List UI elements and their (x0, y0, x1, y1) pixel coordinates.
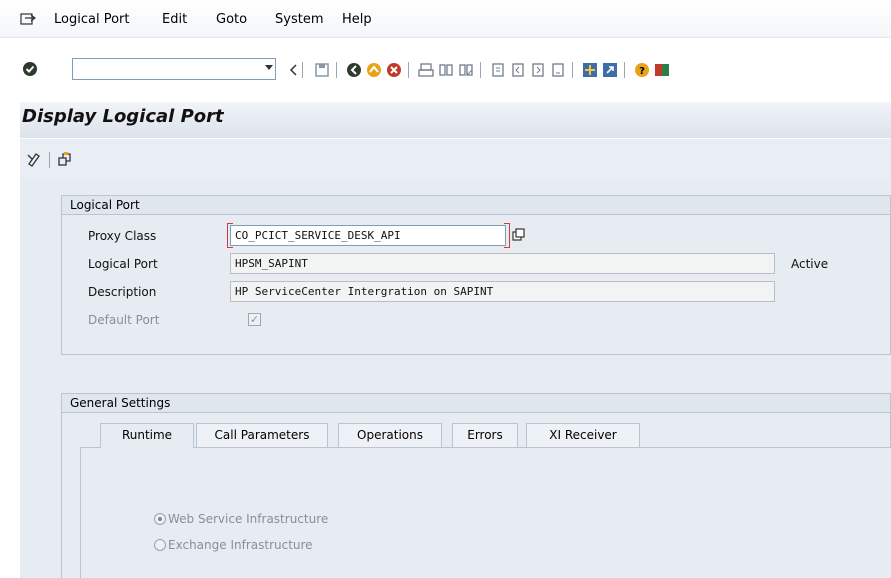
create-session-icon[interactable] (582, 62, 598, 78)
radio-button (154, 513, 166, 525)
toolbar-separator (480, 62, 481, 78)
menu-edit[interactable]: Edit (162, 12, 187, 27)
print-icon[interactable] (418, 62, 434, 78)
logical-port-field: HPSM_SAPINT (230, 253, 775, 274)
tab-call-parameters[interactable]: Call Parameters (196, 423, 328, 447)
radio-label: Exchange Infrastructure (168, 538, 313, 552)
tab-xi-receiver[interactable]: XI Receiver (526, 423, 640, 447)
last-page-icon[interactable] (550, 62, 566, 78)
cancel-icon[interactable] (386, 62, 402, 78)
command-field[interactable] (72, 58, 276, 80)
page-title: Display Logical Port (22, 106, 224, 127)
svg-text:?: ? (639, 66, 645, 77)
next-page-icon[interactable] (530, 62, 546, 78)
previous-page-icon[interactable] (510, 62, 526, 78)
proxy-class-field[interactable]: CO_PCICT_SERVICE_DESK_API (230, 225, 506, 246)
exit-icon[interactable] (366, 62, 382, 78)
description-label: Description (88, 285, 157, 299)
radio-web-service-infrastructure: Web Service Infrastructure (154, 512, 328, 526)
group-header: Logical Port (62, 196, 890, 215)
toolbar-separator (49, 152, 50, 168)
radio-button (154, 539, 166, 551)
enter-icon[interactable] (22, 61, 38, 77)
default-port-checkbox: ✓ (248, 313, 261, 326)
proxy-class-label: Proxy Class (88, 229, 157, 243)
toolbar-separator (336, 62, 337, 78)
copy-icon[interactable] (512, 228, 526, 242)
command-input[interactable] (73, 59, 253, 79)
display-change-icon[interactable] (26, 150, 44, 168)
tab-runtime[interactable]: Runtime (100, 423, 194, 448)
standard-toolbar: ? (0, 54, 891, 84)
menu-goto[interactable]: Goto (216, 12, 247, 27)
toolbar-separator (302, 62, 303, 78)
radio-label: Web Service Infrastructure (168, 512, 329, 526)
group-title: General Settings (70, 396, 171, 410)
find-next-icon[interactable] (458, 62, 474, 78)
status-badge: Active (791, 257, 829, 271)
toolbar-separator (624, 62, 625, 78)
menu-icon[interactable] (20, 12, 36, 26)
chevron-down-icon[interactable] (265, 65, 273, 70)
toolbar-separator (572, 62, 573, 78)
group-header: General Settings (62, 394, 890, 413)
customize-layout-icon[interactable] (654, 62, 670, 78)
radio-exchange-infrastructure: Exchange Infrastructure (154, 538, 313, 552)
back-arrow-icon[interactable] (286, 62, 302, 78)
menu-logical-port[interactable]: Logical Port (54, 12, 129, 27)
first-page-icon[interactable] (490, 62, 506, 78)
shortcut-icon[interactable] (602, 62, 618, 78)
toolbar-separator (408, 62, 409, 78)
save-icon[interactable] (314, 62, 330, 78)
tab-operations[interactable]: Operations (338, 423, 442, 447)
logical-port-group: Logical Port (61, 195, 891, 355)
focus-marker-right (504, 223, 510, 248)
menu-help[interactable]: Help (342, 12, 372, 27)
description-field: HP ServiceCenter Intergration on SAPINT (230, 281, 775, 302)
find-icon[interactable] (438, 62, 454, 78)
logical-port-label: Logical Port (88, 257, 158, 271)
menu-system[interactable]: System (275, 12, 323, 27)
help-icon[interactable]: ? (634, 62, 650, 78)
tab-errors[interactable]: Errors (452, 423, 518, 447)
focus-marker-left (227, 223, 233, 248)
application-toolbar (20, 139, 891, 179)
menu-bar: Logical Port Edit Goto System Help (0, 0, 891, 38)
default-port-label: Default Port (88, 313, 160, 327)
group-title: Logical Port (70, 198, 140, 212)
other-object-icon[interactable] (56, 150, 74, 168)
back-icon[interactable] (346, 62, 362, 78)
